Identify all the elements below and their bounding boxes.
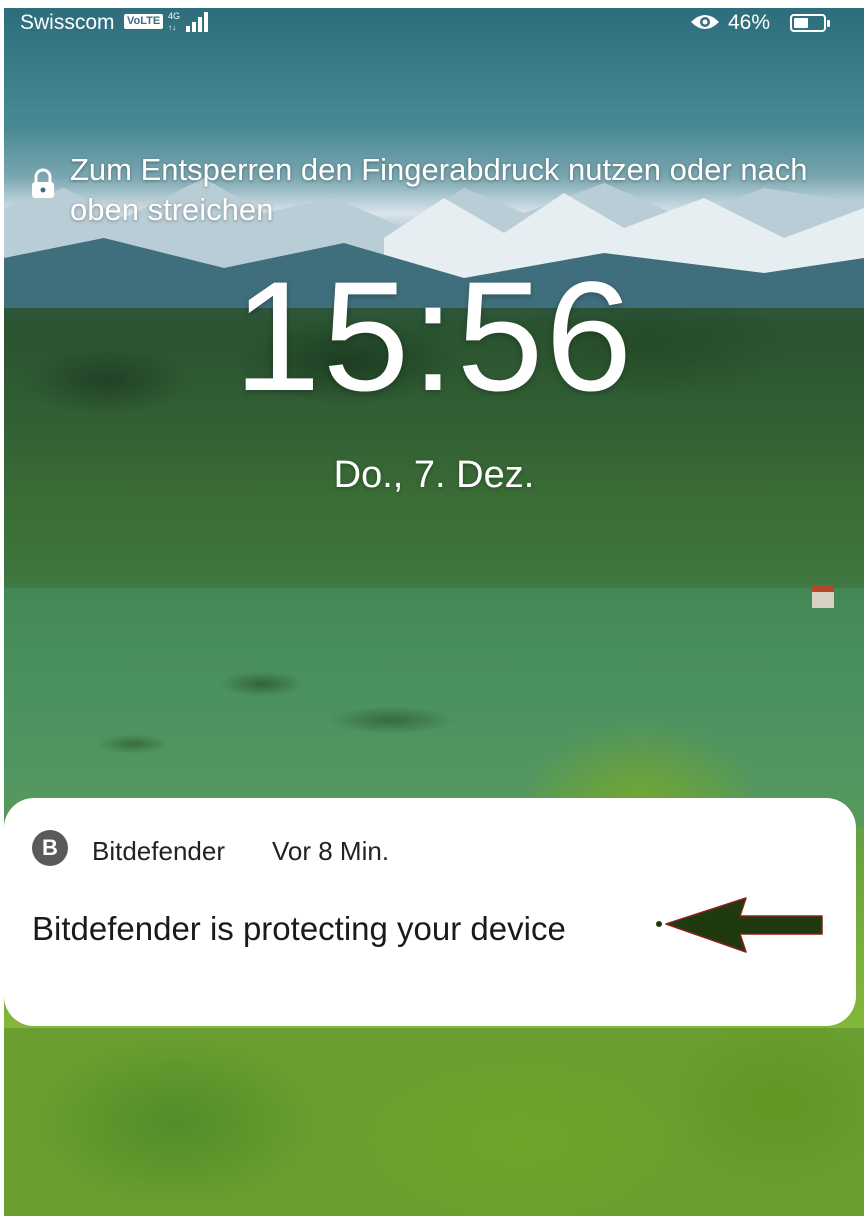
notification-time: Vor 8 Min. bbox=[272, 836, 390, 866]
arrow-icon bbox=[656, 897, 823, 953]
svg-text:↑↓: ↑↓ bbox=[168, 23, 176, 32]
volte-badge: VoLTE bbox=[124, 14, 164, 29]
notification-app-name: Bitdefender bbox=[92, 836, 225, 866]
battery-percent: 46% bbox=[728, 11, 771, 34]
battery-icon bbox=[790, 14, 830, 32]
notification-card[interactable]: B Bitdefender Vor 8 Min. Bitdefender is … bbox=[4, 798, 856, 1026]
wallpaper-bushes bbox=[4, 1028, 864, 1216]
carrier-name: Swisscom bbox=[20, 11, 115, 34]
notification-message: Bitdefender is protecting your device bbox=[32, 910, 566, 947]
clock: 15:56 bbox=[233, 250, 635, 424]
wallpaper-house bbox=[812, 586, 834, 608]
lock-icon bbox=[32, 168, 54, 198]
lock-screen: Swisscom VoLTE 4G ↑↓ 46% Zum Entsperren … bbox=[4, 8, 864, 1216]
network-label: 4G bbox=[168, 11, 180, 21]
date: Do., 7. Dez. bbox=[333, 454, 535, 496]
eye-icon bbox=[691, 15, 719, 29]
unlock-hint-text: Zum Entsperren den Fingerabdruck nutzen … bbox=[70, 152, 808, 227]
bitdefender-app-icon: B bbox=[32, 830, 68, 866]
signal-icon: 4G ↑↓ bbox=[168, 11, 208, 32]
status-bar: Swisscom VoLTE 4G ↑↓ 46% bbox=[4, 8, 864, 38]
